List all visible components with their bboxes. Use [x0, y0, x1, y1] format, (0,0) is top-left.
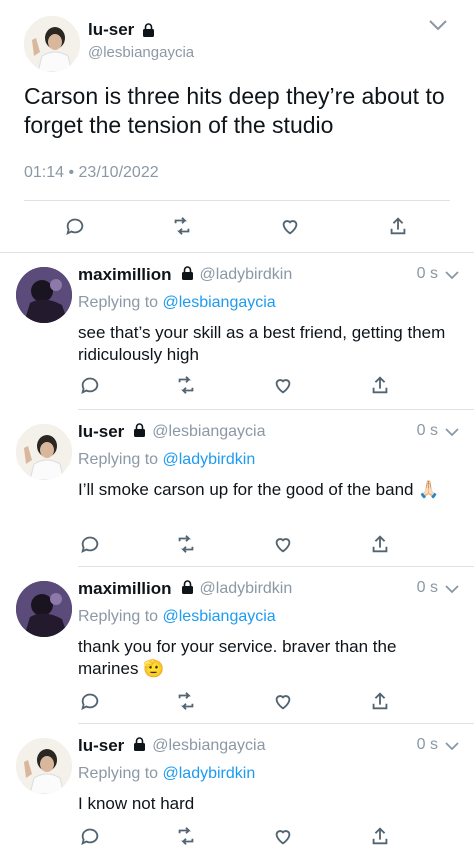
tweet-timestamp: 01:14 • 23/10/2022 — [24, 164, 159, 181]
reply-icon[interactable] — [78, 532, 102, 556]
share-icon[interactable] — [368, 824, 392, 848]
replying-to: Replying to @lesbiangaycia — [78, 294, 276, 311]
mention-link[interactable]: @lesbiangaycia — [163, 294, 276, 311]
lock-icon — [133, 736, 146, 756]
user-handle[interactable]: @lesbiangaycia — [88, 44, 194, 61]
replying-to: Replying to @ladybirdkin — [78, 451, 256, 468]
avatar[interactable] — [24, 16, 80, 72]
like-icon[interactable] — [271, 689, 295, 713]
like-icon[interactable] — [278, 214, 302, 238]
reply-header[interactable]: maximillion @ladybirdkin — [78, 265, 292, 285]
lock-icon — [142, 23, 155, 42]
main-tweet: lu-ser @lesbiangaycia Carson is three hi… — [0, 0, 474, 252]
reply-header[interactable]: maximillion @ladybirdkin — [78, 579, 292, 599]
reply-header[interactable]: lu-ser @lesbiangaycia — [78, 736, 266, 756]
like-icon[interactable] — [271, 532, 295, 556]
avatar[interactable] — [16, 581, 72, 637]
lock-icon — [181, 579, 194, 599]
retweet-icon[interactable] — [170, 214, 194, 238]
avatar[interactable] — [16, 424, 72, 480]
retweet-icon[interactable] — [174, 373, 198, 397]
like-icon[interactable] — [271, 824, 295, 848]
mention-link[interactable]: @lesbiangaycia — [163, 608, 276, 625]
chevron-down-icon[interactable] — [428, 18, 448, 36]
reply-tweet: maximillion @ladybirdkin 0 s Replying to… — [0, 567, 474, 723]
reply-time: 0 s — [416, 736, 438, 753]
tweet-text: Carson is three hits deep they’re about … — [24, 83, 445, 138]
retweet-icon[interactable] — [174, 532, 198, 556]
chevron-down-icon[interactable] — [444, 738, 460, 756]
reply-icon[interactable] — [63, 214, 87, 238]
lock-icon — [133, 422, 146, 442]
avatar[interactable] — [16, 738, 72, 794]
chevron-down-icon[interactable] — [444, 424, 460, 442]
mention-link[interactable]: @ladybirdkin — [163, 765, 256, 782]
reply-tweet: maximillion @ladybirdkin 0 s Replying to… — [0, 253, 474, 409]
like-icon[interactable] — [271, 373, 295, 397]
avatar[interactable] — [16, 267, 72, 323]
share-icon[interactable] — [368, 373, 392, 397]
reply-time: 0 s — [416, 422, 438, 439]
replying-to: Replying to @ladybirdkin — [78, 765, 256, 782]
reply-text: I know not hard — [78, 794, 195, 813]
reply-icon[interactable] — [78, 824, 102, 848]
reply-tweet: lu-ser @lesbiangaycia 0 s Replying to @l… — [0, 724, 474, 860]
retweet-icon[interactable] — [174, 824, 198, 848]
reply-text: I’ll smoke carson up for the good of the… — [78, 480, 440, 499]
reply-text: thank you for your service. braver than … — [78, 637, 397, 678]
reply-time: 0 s — [416, 579, 438, 596]
divider — [24, 200, 450, 201]
replying-to: Replying to @lesbiangaycia — [78, 608, 276, 625]
reply-icon[interactable] — [78, 373, 102, 397]
user-name[interactable]: lu-ser — [88, 20, 155, 42]
chevron-down-icon[interactable] — [444, 267, 460, 285]
share-icon[interactable] — [386, 214, 410, 238]
retweet-icon[interactable] — [174, 689, 198, 713]
reply-icon[interactable] — [78, 689, 102, 713]
reply-time: 0 s — [416, 265, 438, 282]
share-icon[interactable] — [368, 689, 392, 713]
reply-tweet: lu-ser @lesbiangaycia 0 s Replying to @l… — [0, 410, 474, 566]
reply-header[interactable]: lu-ser @lesbiangaycia — [78, 422, 266, 442]
share-icon[interactable] — [368, 532, 392, 556]
chevron-down-icon[interactable] — [444, 581, 460, 599]
lock-icon — [181, 265, 194, 285]
mention-link[interactable]: @ladybirdkin — [163, 451, 256, 468]
reply-text: see that’s your skill as a best friend, … — [78, 323, 446, 364]
